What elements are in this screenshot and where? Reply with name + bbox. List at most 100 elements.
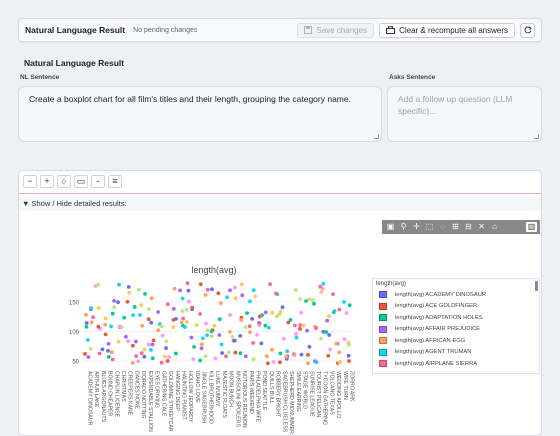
data-point[interactable] xyxy=(228,288,232,293)
data-point[interactable] xyxy=(140,323,145,328)
data-point[interactable] xyxy=(165,302,170,307)
data-point[interactable] xyxy=(106,348,110,353)
data-point[interactable] xyxy=(274,291,278,296)
data-point[interactable] xyxy=(110,357,115,362)
data-point[interactable] xyxy=(255,332,259,337)
data-point[interactable] xyxy=(156,328,161,333)
data-point[interactable] xyxy=(268,282,272,287)
data-point[interactable] xyxy=(201,336,205,341)
data-point[interactable] xyxy=(251,357,256,362)
data-point[interactable] xyxy=(103,332,108,337)
data-point[interactable] xyxy=(263,323,268,328)
data-point[interactable] xyxy=(342,300,346,304)
data-point[interactable] xyxy=(171,318,176,322)
data-point[interactable] xyxy=(228,313,233,317)
asks-sentence-textarea[interactable]: Add a follow up question (LLM specific).… xyxy=(387,86,542,142)
data-point[interactable] xyxy=(150,356,155,361)
data-point[interactable] xyxy=(150,342,155,347)
legend-item[interactable]: length(avg) AIRPLANE SIERRA xyxy=(373,358,539,370)
data-point[interactable] xyxy=(198,312,203,316)
data-point[interactable] xyxy=(337,350,342,355)
data-point[interactable] xyxy=(263,310,268,315)
data-point[interactable] xyxy=(192,345,197,349)
data-point[interactable] xyxy=(306,361,310,366)
data-point[interactable] xyxy=(218,301,223,305)
data-point[interactable] xyxy=(149,296,154,301)
data-point[interactable] xyxy=(285,349,290,354)
data-point[interactable] xyxy=(212,323,217,328)
data-point[interactable] xyxy=(146,317,151,322)
data-point[interactable] xyxy=(86,355,91,359)
data-point[interactable] xyxy=(298,327,302,331)
data-point[interactable] xyxy=(164,339,169,344)
data-point[interactable] xyxy=(346,353,351,358)
data-point[interactable] xyxy=(346,340,351,345)
data-point[interactable] xyxy=(220,351,225,355)
data-point[interactable] xyxy=(83,352,87,356)
data-point[interactable] xyxy=(257,321,261,325)
data-point[interactable] xyxy=(210,287,214,292)
data-point[interactable] xyxy=(84,321,89,325)
data-point[interactable] xyxy=(84,312,88,317)
data-point[interactable] xyxy=(281,336,286,341)
data-point[interactable] xyxy=(198,282,203,287)
data-point[interactable] xyxy=(180,309,185,313)
data-point[interactable] xyxy=(334,341,339,346)
data-point[interactable] xyxy=(89,306,94,310)
data-point[interactable] xyxy=(106,355,111,359)
data-point[interactable] xyxy=(228,330,232,334)
data-point[interactable] xyxy=(194,323,199,327)
data-point[interactable] xyxy=(205,333,209,337)
data-point[interactable] xyxy=(171,307,176,311)
data-point[interactable] xyxy=(247,324,252,329)
data-point[interactable] xyxy=(299,352,304,357)
data-point[interactable] xyxy=(293,323,297,328)
data-point[interactable] xyxy=(265,354,269,359)
data-point[interactable] xyxy=(337,307,342,312)
data-point[interactable] xyxy=(251,341,256,345)
legend-item[interactable]: length(avg) ADAPTATION HOLES xyxy=(373,312,539,324)
data-point[interactable] xyxy=(88,347,93,351)
data-point[interactable] xyxy=(239,282,244,287)
data-point[interactable] xyxy=(127,290,132,295)
data-point[interactable] xyxy=(167,355,172,359)
data-point[interactable] xyxy=(344,311,349,315)
data-point[interactable] xyxy=(251,288,256,293)
data-point[interactable] xyxy=(209,329,214,334)
data-point[interactable] xyxy=(103,316,108,321)
data-point[interactable] xyxy=(138,313,142,317)
data-point[interactable] xyxy=(131,313,135,317)
data-point[interactable] xyxy=(124,334,128,339)
data-point[interactable] xyxy=(327,333,332,337)
data-point[interactable] xyxy=(198,358,203,363)
data-point[interactable] xyxy=(301,323,306,328)
data-point[interactable] xyxy=(103,322,107,327)
data-point[interactable] xyxy=(203,293,208,297)
data-point[interactable] xyxy=(319,290,324,294)
data-point[interactable] xyxy=(288,318,293,322)
data-point[interactable] xyxy=(347,303,352,308)
data-point[interactable] xyxy=(270,310,275,315)
data-point[interactable] xyxy=(89,320,94,325)
data-point[interactable] xyxy=(178,288,183,293)
data-point[interactable] xyxy=(250,317,255,321)
data-point[interactable] xyxy=(240,293,245,298)
data-point[interactable] xyxy=(110,311,115,316)
legend-item[interactable]: length(avg) AFRICAN EGG xyxy=(373,335,539,347)
data-point[interactable] xyxy=(117,324,122,329)
data-point[interactable] xyxy=(327,314,331,319)
data-point[interactable] xyxy=(149,320,154,325)
data-point[interactable] xyxy=(328,347,332,352)
data-point[interactable] xyxy=(199,346,204,351)
resize-handle[interactable] xyxy=(374,134,379,139)
data-point[interactable] xyxy=(156,310,161,314)
data-point[interactable] xyxy=(96,282,100,287)
data-point[interactable] xyxy=(239,318,244,322)
data-point[interactable] xyxy=(139,351,144,355)
data-point[interactable] xyxy=(165,359,170,363)
data-point[interactable] xyxy=(186,299,191,304)
data-point[interactable] xyxy=(217,317,222,322)
data-point[interactable] xyxy=(298,297,303,301)
data-point[interactable] xyxy=(294,332,298,336)
data-point[interactable] xyxy=(314,326,318,330)
